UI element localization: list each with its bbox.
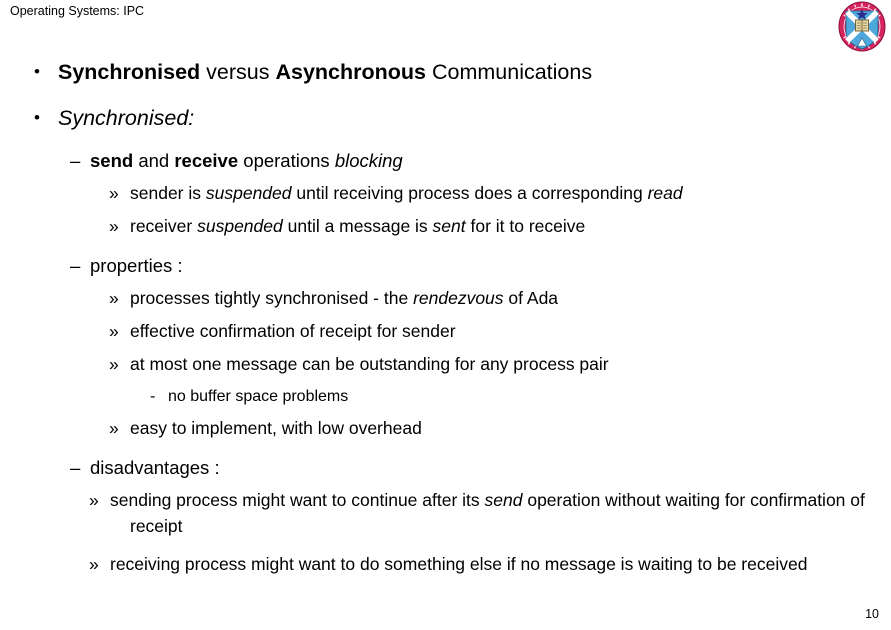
slide: Operating Systems: IPC • Synchronised ve… bbox=[0, 0, 891, 630]
bullet-level3-receiving-process-something-else: » receiving process might want to do som… bbox=[89, 554, 808, 574]
bullet-text: Synchronised: bbox=[58, 106, 195, 130]
bullet-text: receiving process might want to do somet… bbox=[110, 554, 808, 574]
bullet-marker: • bbox=[34, 62, 40, 81]
bullet-text: at most one message can be outstanding f… bbox=[130, 354, 609, 374]
bullet-marker: » bbox=[109, 288, 119, 308]
slide-body: • Synchronised versus Asynchronous Commu… bbox=[0, 52, 891, 587]
bullet-text: send and receive operations blocking bbox=[90, 150, 403, 171]
bullet-text: processes tightly synchronised - the ren… bbox=[130, 288, 559, 308]
bullet-level3-effective-confirmation: » effective confirmation of receipt for … bbox=[0, 315, 891, 348]
bullet-level3-tightly-synchronised: » processes tightly synchronised - the r… bbox=[0, 282, 891, 315]
bullet-level1-synchronised-versus-asynchronous: • Synchronised versus Asynchronous Commu… bbox=[0, 52, 891, 92]
bullet-text: Synchronised versus Asynchronous Communi… bbox=[58, 60, 593, 84]
bullet-marker: - bbox=[150, 388, 156, 405]
bullet-text: receiver suspended until a message is se… bbox=[130, 216, 586, 236]
bullet-level3-sending-process-continue: » sending process might want to continue… bbox=[89, 490, 865, 536]
bullet-text: sending process might want to continue a… bbox=[110, 490, 865, 536]
bullet-level4-no-buffer-space: - no buffer space problems bbox=[0, 381, 891, 412]
bullet-level1-synchronised: • Synchronised: bbox=[0, 98, 891, 138]
bullet-marker: » bbox=[109, 418, 119, 438]
bullet-text: no buffer space problems bbox=[168, 388, 349, 405]
bullet-level3-one-message-outstanding: » at most one message can be outstanding… bbox=[0, 348, 891, 381]
page-number: 10 bbox=[865, 607, 879, 621]
bullet-text: properties : bbox=[90, 255, 183, 276]
bullet-text: disadvantages : bbox=[90, 457, 220, 478]
bullet-marker: » bbox=[109, 183, 119, 203]
bullet-level3-easy-to-implement: » easy to implement, with low overhead bbox=[0, 412, 891, 445]
bullet-marker: » bbox=[109, 216, 119, 236]
bullet-marker: » bbox=[109, 354, 119, 374]
bullet-level2-properties: – properties : bbox=[0, 249, 891, 282]
bullet-marker: – bbox=[70, 457, 81, 478]
bullet-marker: – bbox=[70, 150, 81, 171]
bullet-marker: » bbox=[109, 321, 119, 341]
bullet-level2-send-receive-blocking: – send and receive operations blocking bbox=[0, 144, 891, 177]
bullet-text: sender is suspended until receiving proc… bbox=[130, 183, 683, 203]
university-crest-icon bbox=[838, 1, 886, 52]
bullet-level2-disadvantages: – disadvantages : bbox=[0, 451, 891, 484]
bullet-text: easy to implement, with low overhead bbox=[130, 418, 422, 438]
slide-header-title: Operating Systems: IPC bbox=[10, 4, 145, 18]
bullet-level3-receiver-suspended: » receiver suspended until a message is … bbox=[0, 210, 891, 243]
bullet-marker: – bbox=[70, 255, 81, 276]
bullet-marker: • bbox=[34, 108, 40, 127]
bullet-text: effective confirmation of receipt for se… bbox=[130, 321, 456, 341]
bullet-level3-sender-suspended: » sender is suspended until receiving pr… bbox=[0, 177, 891, 210]
